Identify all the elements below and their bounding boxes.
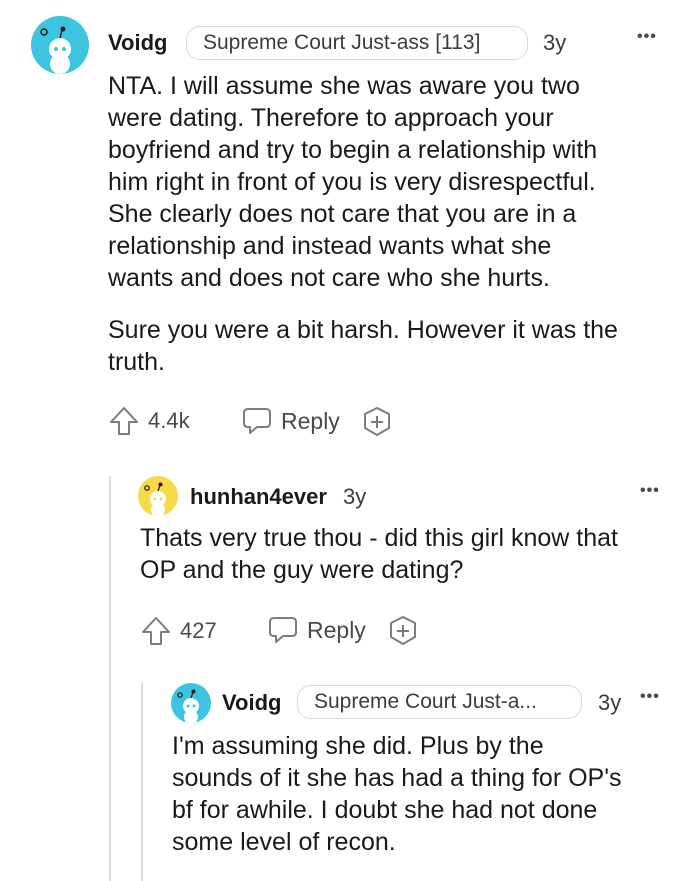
avatar[interactable]: [171, 683, 211, 723]
comment-line: bf for awhile. I doubt she had not done: [172, 796, 598, 824]
upvote-arrow-icon: [142, 617, 170, 645]
user-flair: Supreme Court Just-ass [113]: [186, 26, 528, 60]
avatar[interactable]: [138, 476, 178, 516]
thread-line[interactable]: [141, 683, 143, 881]
comment-body: I'm assuming she did. Plus by the sounds…: [172, 730, 692, 858]
comment-line: were dating. Therefore to approach your: [108, 104, 554, 132]
upvote-button[interactable]: 427: [140, 614, 217, 648]
award-button[interactable]: [361, 405, 393, 439]
reply-button[interactable]: Reply: [241, 404, 340, 438]
comment-line: OP and the guy were dating?: [140, 556, 464, 584]
reply-label: Reply: [281, 407, 340, 434]
avatar[interactable]: [31, 16, 89, 74]
award-button[interactable]: [387, 614, 419, 648]
comment-line: I'm assuming she did. Plus by the: [172, 732, 544, 760]
upvote-button[interactable]: 4.4k: [108, 404, 190, 438]
comment-age: 3y: [598, 690, 622, 715]
user-flair: Supreme Court Just-a...: [297, 685, 582, 719]
more-options-button[interactable]: •••: [637, 28, 657, 46]
plus-award-icon: [364, 407, 390, 436]
comment-line: NTA. I will assume she was aware you two: [108, 72, 580, 100]
comment-body: Thats very true thou - did this girl kno…: [140, 522, 690, 586]
snoo-avatar-icon: [40, 26, 71, 74]
thread-line[interactable]: [109, 476, 111, 881]
comment-line: Sure you were a bit harsh. However it wa…: [108, 316, 618, 344]
vote-count: 427: [180, 618, 217, 643]
comment-line: She clearly does not care that you are i…: [108, 200, 577, 228]
more-options-button[interactable]: •••: [640, 688, 660, 706]
comment-line: him right in front of you is very disres…: [108, 168, 596, 196]
reply-button[interactable]: Reply: [267, 613, 366, 647]
comment-age: 3y: [543, 30, 567, 55]
comment-age: 3y: [343, 484, 367, 509]
plus-award-icon: [390, 616, 416, 645]
comment-line: some level of recon.: [172, 828, 396, 856]
speech-bubble-icon: [269, 617, 297, 643]
snoo-avatar-icon: [144, 482, 166, 516]
comment-line: relationship and instead wants what she: [108, 232, 552, 260]
more-options-button[interactable]: •••: [640, 482, 660, 500]
comment-username[interactable]: Voidg: [222, 690, 281, 716]
comment-username[interactable]: Voidg: [108, 30, 167, 56]
speech-bubble-icon: [243, 408, 271, 434]
comment-line: boyfriend and try to begin a relationshi…: [108, 136, 598, 164]
comment-username[interactable]: hunhan4ever: [190, 484, 327, 510]
vote-count: 4.4k: [148, 408, 190, 433]
comment-line: Thats very true thou - did this girl kno…: [140, 524, 618, 552]
comment-body-paragraph-2: Sure you were a bit harsh. However it wa…: [108, 314, 688, 378]
comment-body: NTA. I will assume she was aware you two…: [108, 70, 688, 294]
reply-label: Reply: [307, 616, 366, 643]
comment-line: wants and does not care who she hurts.: [108, 264, 550, 292]
snoo-avatar-icon: [177, 689, 199, 723]
upvote-arrow-icon: [110, 407, 138, 435]
comment-line: sounds of it she has had a thing for OP'…: [172, 764, 622, 792]
comment-line: truth.: [108, 348, 165, 376]
